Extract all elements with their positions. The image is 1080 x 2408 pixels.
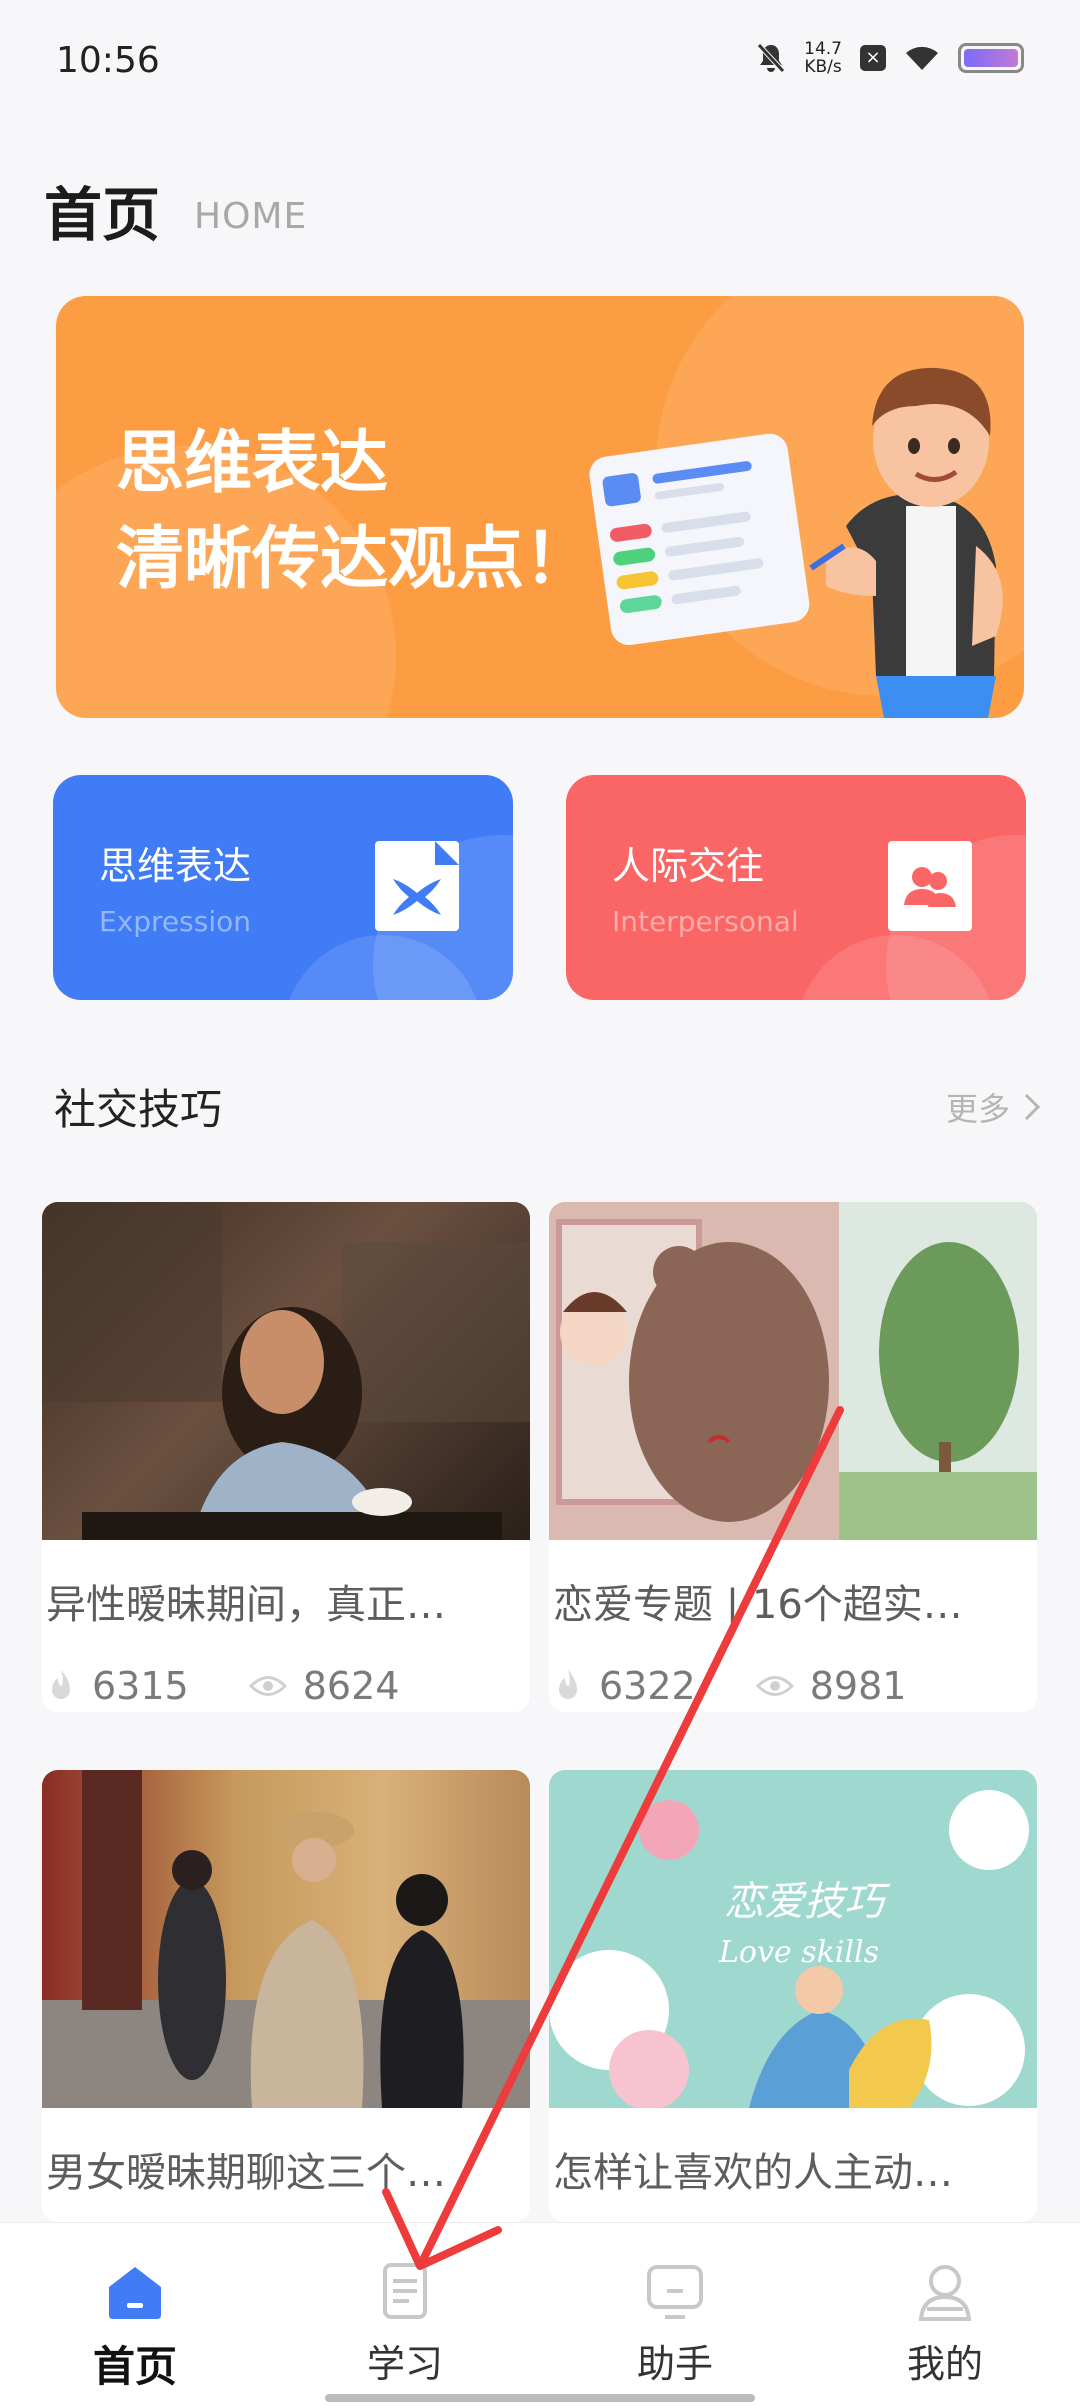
assistant-icon [647, 2265, 703, 2319]
views-count: 8624 [302, 1664, 400, 1708]
nav-label: 首页 [92, 2342, 177, 2391]
page-title: 首页 [44, 181, 161, 249]
likes-count: 6315 [92, 1664, 189, 1708]
article-card[interactable]: 异性暧昧期间，真正… 6315 8624 [42, 1202, 530, 1712]
section-title: 社交技巧 [54, 1085, 223, 1134]
eye-icon [248, 1676, 287, 1696]
notification-icon: × [860, 45, 886, 71]
eye-icon [755, 1676, 794, 1696]
profile-icon [918, 2265, 972, 2321]
mute-icon [757, 43, 785, 73]
article-card[interactable]: 恋爱专题 | 16个超实… 6322 8981 [549, 1202, 1037, 1712]
status-icons: 14.7 KB/s × [756, 40, 1024, 76]
banner-text: 思维表达 清晰传达观点！ [116, 416, 592, 608]
battery-icon [958, 43, 1024, 73]
status-bar: 10:56 14.7 KB/s × [0, 0, 1080, 120]
network-speed-unit: KB/s [804, 57, 842, 77]
category-subtitle: Interpersonal [612, 905, 799, 938]
wifi-icon [906, 46, 938, 70]
banner-line-1: 思维表达 [116, 424, 389, 503]
nav-item-home[interactable]: 首页 [45, 2259, 225, 2394]
category-card-expression[interactable]: 思维表达 Expression [53, 775, 513, 1000]
flame-icon [52, 1670, 70, 1699]
article-title: 异性暧昧期间，真正… [46, 1582, 446, 1628]
views-count: 8981 [809, 1664, 907, 1708]
people-icon [888, 841, 972, 931]
image-caption-en: Love skills [718, 1935, 879, 1970]
expression-icon [375, 841, 459, 931]
home-icon [109, 2267, 161, 2319]
article-thumbnail [42, 1770, 530, 2108]
article-stats: 6322 8981 [553, 1664, 906, 1708]
promo-banner[interactable]: 思维表达 清晰传达观点！ [56, 296, 1024, 718]
category-subtitle: Expression [99, 905, 251, 938]
category-card-interpersonal[interactable]: 人际交往 Interpersonal [566, 775, 1026, 1000]
more-link-label: 更多 [945, 1090, 1010, 1128]
nav-label: 学习 [366, 2342, 443, 2386]
article-thumbnail [42, 1202, 530, 1540]
article-stats: 6315 8624 [46, 1664, 399, 1708]
page-subtitle: HOME [194, 196, 308, 237]
status-time: 10:56 [56, 40, 160, 81]
presenter-illustration [589, 367, 1003, 718]
network-speed-value: 14.7 [804, 39, 842, 59]
banner-line-2: 清晰传达观点！ [116, 520, 593, 599]
article-title: 怎样让喜欢的人主动… [553, 2150, 953, 2196]
article-thumbnail: 恋爱技巧 Love skills [549, 1770, 1037, 2108]
image-caption-cn: 恋爱技巧 [724, 1879, 891, 1925]
chevron-right-icon [1024, 1093, 1040, 1121]
category-title: 人际交往 [612, 844, 765, 888]
article-title: 男女暧昧期聊这三个… [46, 2150, 446, 2196]
more-link[interactable]: 更多 [946, 1084, 1040, 1130]
category-title: 思维表达 [99, 844, 252, 888]
article-thumbnail [549, 1202, 1037, 1540]
home-indicator [325, 2394, 755, 2402]
nav-item-assistant[interactable]: 助手 [585, 2259, 765, 2388]
flame-icon [559, 1670, 577, 1699]
likes-count: 6322 [599, 1664, 696, 1708]
network-speed: 14.7 KB/s [804, 40, 842, 76]
bottom-nav: 首页 学习 助手 我的 [0, 2222, 1080, 2408]
article-title: 恋爱专题 | 16个超实… [553, 1582, 963, 1628]
nav-label: 助手 [636, 2342, 713, 2386]
article-card[interactable]: 男女暧昧期聊这三个… [42, 1770, 530, 2222]
nav-item-study[interactable]: 学习 [315, 2259, 495, 2388]
article-card[interactable]: 恋爱技巧 Love skills 怎样让喜欢的人主动… [549, 1770, 1037, 2222]
study-icon [383, 2263, 427, 2319]
nav-item-profile[interactable]: 我的 [855, 2259, 1035, 2388]
nav-label: 我的 [906, 2342, 983, 2386]
